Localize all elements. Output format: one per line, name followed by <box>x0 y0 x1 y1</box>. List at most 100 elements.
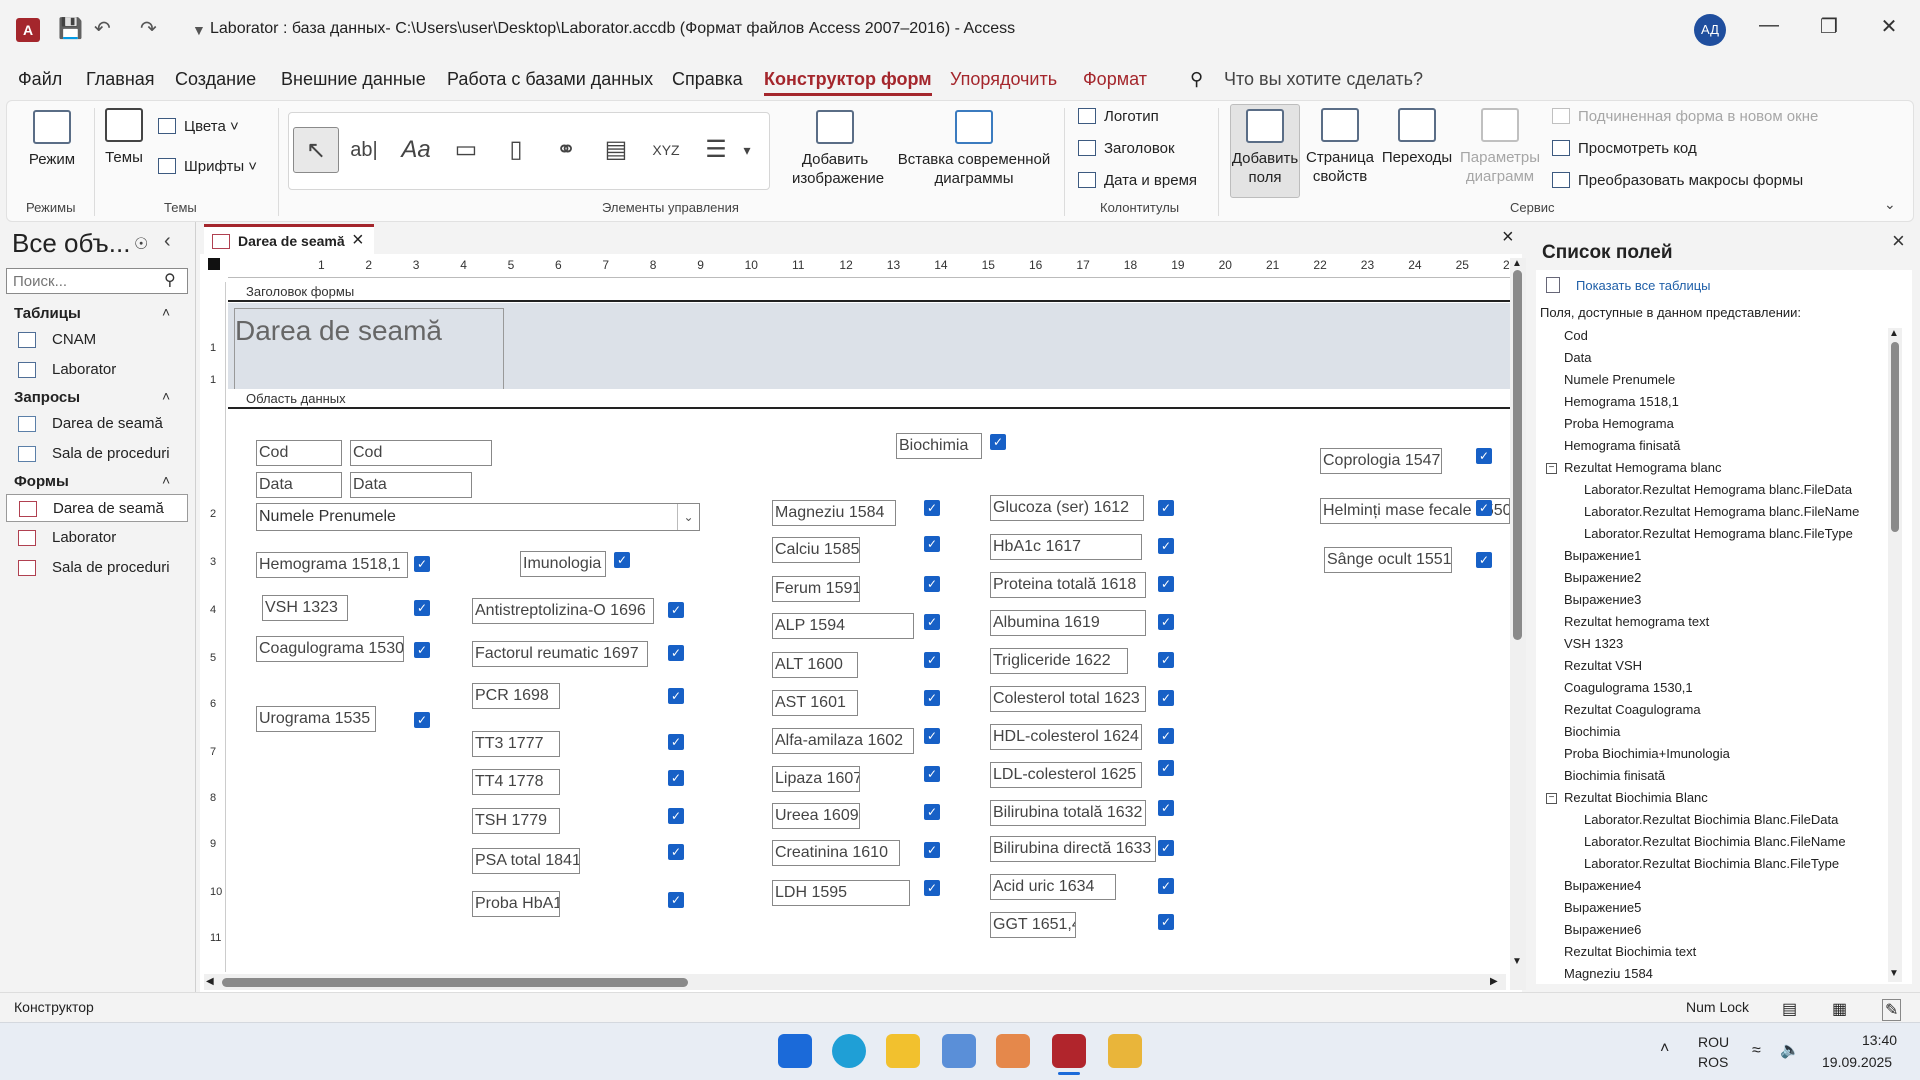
field-alt[interactable]: ALT 1600 <box>772 652 858 678</box>
app-icon[interactable] <box>942 1034 976 1068</box>
close-document-icon[interactable]: × <box>1502 226 1514 249</box>
field-albumina[interactable]: Albumina 1619 <box>990 610 1146 636</box>
minimize-icon[interactable]: — <box>1754 14 1784 37</box>
scroll-left-icon[interactable]: ◀ <box>206 976 214 987</box>
checkbox-albumina[interactable]: ✓ <box>1158 614 1174 630</box>
checkbox-proteina[interactable]: ✓ <box>1158 576 1174 592</box>
field-ggt[interactable]: GGT 1651,4 <box>990 912 1076 938</box>
field-tt4[interactable]: TT4 1778 <box>472 769 560 795</box>
tab-home[interactable]: Главная <box>86 69 155 90</box>
scroll-down-icon[interactable]: ▼ <box>1512 956 1522 967</box>
field-list-item[interactable]: Выражение6 <box>1564 922 1641 937</box>
field-pcr[interactable]: PCR 1698 <box>472 683 560 709</box>
checkbox-hemograma[interactable]: ✓ <box>414 556 430 572</box>
field-list-item[interactable]: Hemograma finisată <box>1564 438 1680 453</box>
chevron-up-icon[interactable]: ˄ <box>162 388 170 404</box>
tab-help[interactable]: Справка <box>672 69 743 90</box>
document-tab[interactable]: Darea de seamă × <box>204 224 374 254</box>
field-list-item[interactable]: Laborator.Rezultat Hemograma blanc.FileN… <box>1584 504 1859 519</box>
field-list-item[interactable]: Rezultat VSH <box>1564 658 1642 673</box>
field-vsh[interactable]: VSH 1323 <box>262 595 348 621</box>
field-list-item[interactable]: Выражение5 <box>1564 900 1641 915</box>
field-coagulograma[interactable]: Coagulograma 1530 <box>256 636 404 662</box>
scroll-down-icon[interactable]: ▼ <box>1889 968 1899 979</box>
checkbox-ldh[interactable]: ✓ <box>924 880 940 896</box>
field-cod-field[interactable]: Cod <box>350 440 492 466</box>
field-psa[interactable]: PSA total 1841 <box>472 848 580 874</box>
undo-icon[interactable]: ↶ <box>94 16 111 41</box>
checkbox-factorul[interactable]: ✓ <box>668 645 684 661</box>
customize-qat-icon[interactable]: ▼ <box>192 22 206 38</box>
form-header-bar[interactable]: Заголовок формы <box>228 282 1510 302</box>
field-imunologia[interactable]: Imunologia <box>520 551 606 577</box>
field-data-field[interactable]: Data <box>350 472 472 498</box>
view-code-button[interactable]: Просмотреть код <box>1552 140 1697 157</box>
access-taskbar-icon[interactable] <box>1052 1034 1086 1068</box>
checkbox-alp[interactable]: ✓ <box>924 614 940 630</box>
tell-me-input[interactable]: Что вы хотите сделать? <box>1224 69 1423 90</box>
field-alp[interactable]: ALP 1594 <box>772 613 914 639</box>
collapse-nav-icon[interactable]: ‹ <box>164 230 171 253</box>
field-list-item[interactable]: Biochimia <box>1564 724 1620 739</box>
field-list-item[interactable]: Rezultat Coagulograma <box>1564 702 1701 717</box>
collapse-icon[interactable]: − <box>1546 793 1557 804</box>
checkbox-urograma[interactable]: ✓ <box>414 712 430 728</box>
clock-time[interactable]: 13:40 <box>1862 1032 1897 1048</box>
tab-form-design[interactable]: Конструктор форм <box>764 69 932 96</box>
tab-create[interactable]: Создание <box>175 69 256 90</box>
field-cod-label[interactable]: Cod <box>256 440 342 466</box>
checkbox-ferum[interactable]: ✓ <box>924 576 940 592</box>
field-list-item[interactable]: Rezultat Hemograma blanc <box>1564 460 1722 475</box>
keyboard-indicator[interactable]: ROS <box>1698 1054 1728 1070</box>
scroll-up-icon[interactable]: ▲ <box>1512 258 1522 269</box>
field-list-item[interactable]: Data <box>1564 350 1591 365</box>
checkbox-ast[interactable]: ✓ <box>924 690 940 706</box>
field-list-item[interactable]: Hemograma 1518,1 <box>1564 394 1679 409</box>
folder-icon[interactable] <box>1108 1034 1142 1068</box>
field-proteina[interactable]: Proteina totală 1618 <box>990 572 1146 598</box>
add-image-button[interactable]: Добавить изображение <box>792 110 884 188</box>
field-sange[interactable]: Sânge ocult 1551 <box>1324 547 1452 573</box>
field-hba1c[interactable]: HbA1c 1617 <box>990 534 1142 560</box>
field-factorul[interactable]: Factorul reumatic 1697 <box>472 641 648 667</box>
checkbox-hba1-proba[interactable]: ✓ <box>668 892 684 908</box>
field-lipaza[interactable]: Lipaza 1607 <box>772 766 860 792</box>
field-tsh[interactable]: TSH 1779 <box>472 808 560 834</box>
checkbox-hba1c[interactable]: ✓ <box>1158 538 1174 554</box>
chevron-up-icon[interactable]: ˄ <box>162 472 170 488</box>
nav-section-queries[interactable]: Запросы <box>14 389 80 406</box>
collapse-ribbon-icon[interactable]: ⌄ <box>1884 196 1896 213</box>
field-list-item[interactable]: Laborator.Rezultat Biochimia Blanc.FileD… <box>1584 812 1838 827</box>
hyperlink-control-icon[interactable]: ⚭ <box>543 127 589 173</box>
checkbox-ureea[interactable]: ✓ <box>924 804 940 820</box>
field-list-item[interactable]: VSH 1323 <box>1564 636 1623 651</box>
logo-button[interactable]: Логотип <box>1078 108 1159 125</box>
field-list-item[interactable]: Laborator.Rezultat Biochimia Blanc.FileT… <box>1584 856 1839 871</box>
field-list-item[interactable]: Proba Hemograma <box>1564 416 1674 431</box>
checkbox-acid-uric[interactable]: ✓ <box>1158 878 1174 894</box>
checkbox-ggt[interactable]: ✓ <box>1158 914 1174 930</box>
field-ldh[interactable]: LDH 1595 <box>772 880 910 906</box>
paint-icon[interactable] <box>996 1034 1030 1068</box>
checkbox-lipaza[interactable]: ✓ <box>924 766 940 782</box>
checkbox-bili-dir[interactable]: ✓ <box>1158 840 1174 856</box>
chevron-up-icon[interactable]: ˄ <box>162 304 170 320</box>
field-list-item[interactable]: Numele Prenumele <box>1564 372 1675 387</box>
nav-item-form-laborator[interactable]: Laborator <box>6 524 188 552</box>
field-list-item[interactable]: Biochimia finisată <box>1564 768 1665 783</box>
checkbox-tt3[interactable]: ✓ <box>668 734 684 750</box>
checkbox-tt4[interactable]: ✓ <box>668 770 684 786</box>
checkbox-colesterol[interactable]: ✓ <box>1158 690 1174 706</box>
insert-chart-button[interactable]: Вставка современной диаграммы <box>896 110 1052 188</box>
scroll-right-icon[interactable]: ▶ <box>1490 976 1498 987</box>
checkbox-creatinina[interactable]: ✓ <box>924 842 940 858</box>
volume-icon[interactable]: 🔈 <box>1780 1040 1800 1060</box>
field-list-item[interactable]: Rezultat Biochimia Blanc <box>1564 790 1708 805</box>
wifi-icon[interactable]: ≈ <box>1752 1042 1761 1060</box>
tab-order-button[interactable]: Переходы <box>1380 108 1454 167</box>
chevron-down-icon[interactable]: ⌄ <box>677 504 699 530</box>
redo-icon[interactable]: ↷ <box>140 16 157 41</box>
numele-prenumele-combo[interactable]: Numele Prenumele ⌄ <box>256 503 700 531</box>
nav-item-query-sala[interactable]: Sala de proceduri <box>6 440 188 468</box>
detail-section-bar[interactable]: Область данных <box>228 389 1510 409</box>
